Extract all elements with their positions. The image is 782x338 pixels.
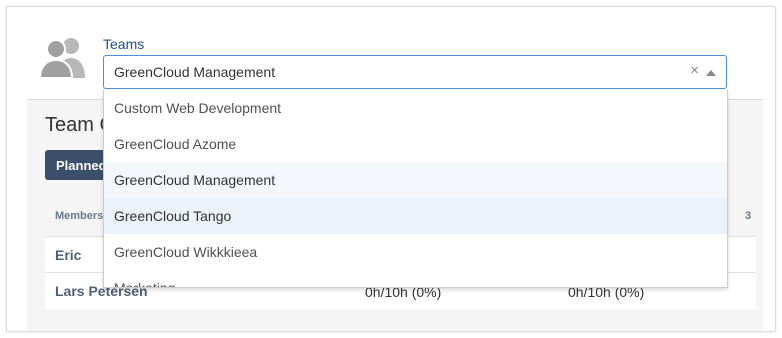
column-header-members: Members: [55, 210, 104, 222]
dropdown-option[interactable]: Custom Web Development: [104, 90, 727, 126]
dropdown-option-hovered[interactable]: GreenCloud Tango: [104, 198, 727, 234]
teams-select[interactable]: GreenCloud Management ×: [103, 55, 727, 89]
close-icon[interactable]: ×: [690, 62, 699, 79]
caret-up-icon[interactable]: [706, 70, 716, 76]
dropdown-option-selected[interactable]: GreenCloud Management: [104, 162, 727, 198]
dropdown-option[interactable]: GreenCloud Wikkkieea: [104, 234, 727, 270]
teams-field-label: Teams: [103, 36, 145, 52]
teams-select-value: GreenCloud Management: [114, 64, 276, 80]
dropdown-option[interactable]: GreenCloud Azome: [104, 126, 727, 162]
team-users-icon: [38, 38, 85, 78]
column-header-right: 3: [745, 210, 752, 222]
teams-dropdown-list: Custom Web Development GreenCloud Azome …: [103, 90, 728, 288]
dropdown-option[interactable]: Marketing: [104, 270, 727, 287]
member-name[interactable]: Eric: [55, 247, 81, 263]
